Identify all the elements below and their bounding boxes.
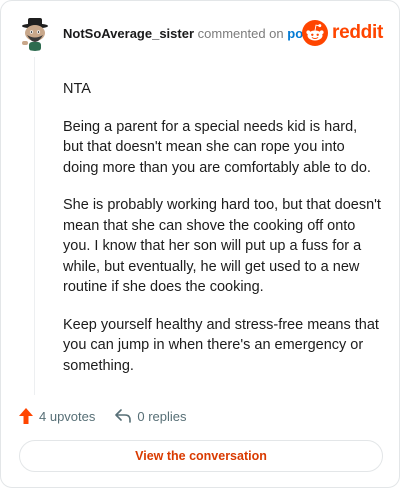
- commented-on-label: commented on: [197, 26, 284, 41]
- reddit-wordmark: reddit: [332, 22, 383, 43]
- reply-count: 0 replies: [137, 408, 187, 424]
- reply-button[interactable]: 0 replies: [115, 408, 187, 424]
- comment-body: NTA Being a parent for a special needs k…: [63, 79, 381, 393]
- comment-card: NotSoAverage_sister commented on post re…: [0, 0, 400, 488]
- comment-paragraph: She is probably working hard too, but th…: [63, 197, 381, 295]
- reply-arrow-icon: [115, 409, 132, 423]
- comment-paragraph: Being a parent for a special needs kid i…: [63, 118, 371, 176]
- view-conversation-button[interactable]: View the conversation: [19, 440, 383, 472]
- comment-paragraph: NTA: [63, 81, 91, 97]
- comment-meta: NotSoAverage_sister commented on post: [63, 26, 315, 41]
- upvote-arrow-icon: [19, 408, 33, 424]
- reddit-alien-icon: [302, 20, 329, 46]
- upvote-count: 4 upvotes: [39, 408, 96, 424]
- comment-actions: 4 upvotes 0 replies: [19, 405, 187, 427]
- reddit-logo[interactable]: reddit: [302, 19, 383, 47]
- avatar-snoo-icon: [22, 18, 48, 51]
- upvote-button[interactable]: 4 upvotes: [19, 408, 95, 424]
- avatar[interactable]: [17, 15, 53, 51]
- username-link[interactable]: NotSoAverage_sister: [63, 26, 194, 41]
- thread-line: [34, 57, 35, 395]
- comment-header: NotSoAverage_sister commented on post re…: [17, 15, 383, 53]
- comment-paragraph: Keep yourself healthy and stress-free me…: [63, 316, 379, 374]
